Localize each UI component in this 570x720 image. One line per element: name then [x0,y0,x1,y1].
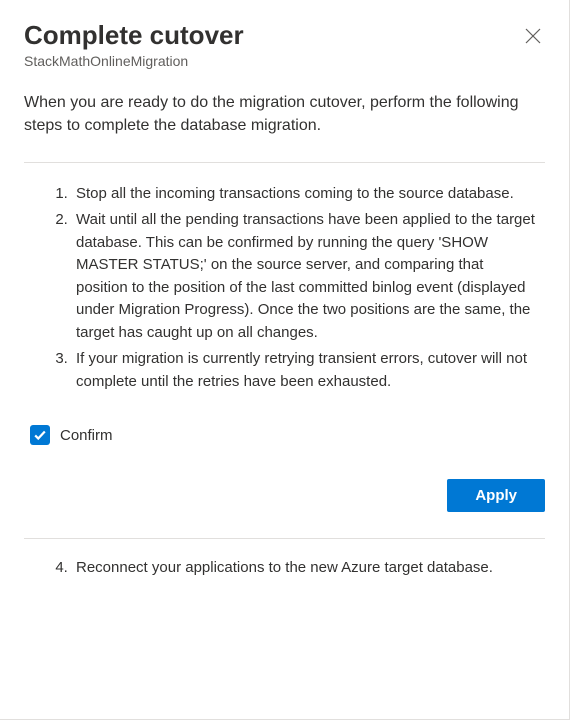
panel-header: Complete cutover [24,20,545,51]
confirm-row: Confirm [24,425,545,445]
divider [24,538,545,539]
steps-list-top: Stop all the incoming transactions comin… [24,183,545,394]
divider [24,162,545,163]
intro-text: When you are ready to do the migration c… [24,91,545,137]
check-icon [33,428,47,442]
step-item: Stop all the incoming transactions comin… [72,183,535,206]
panel-title: Complete cutover [24,20,244,51]
close-button[interactable] [521,24,545,48]
confirm-label: Confirm [60,427,113,444]
step-item: Reconnect your applications to the new A… [72,557,535,580]
apply-button[interactable]: Apply [447,479,545,512]
panel-subtitle: StackMathOnlineMigration [24,53,545,69]
step-item: Wait until all the pending transactions … [72,209,535,344]
cutover-panel: Complete cutover StackMathOnlineMigratio… [0,0,569,600]
button-row: Apply [24,479,545,512]
confirm-checkbox[interactable] [30,425,50,445]
close-icon [525,28,541,44]
step-item: If your migration is currently retrying … [72,348,535,393]
steps-list-bottom: Reconnect your applications to the new A… [24,557,545,580]
